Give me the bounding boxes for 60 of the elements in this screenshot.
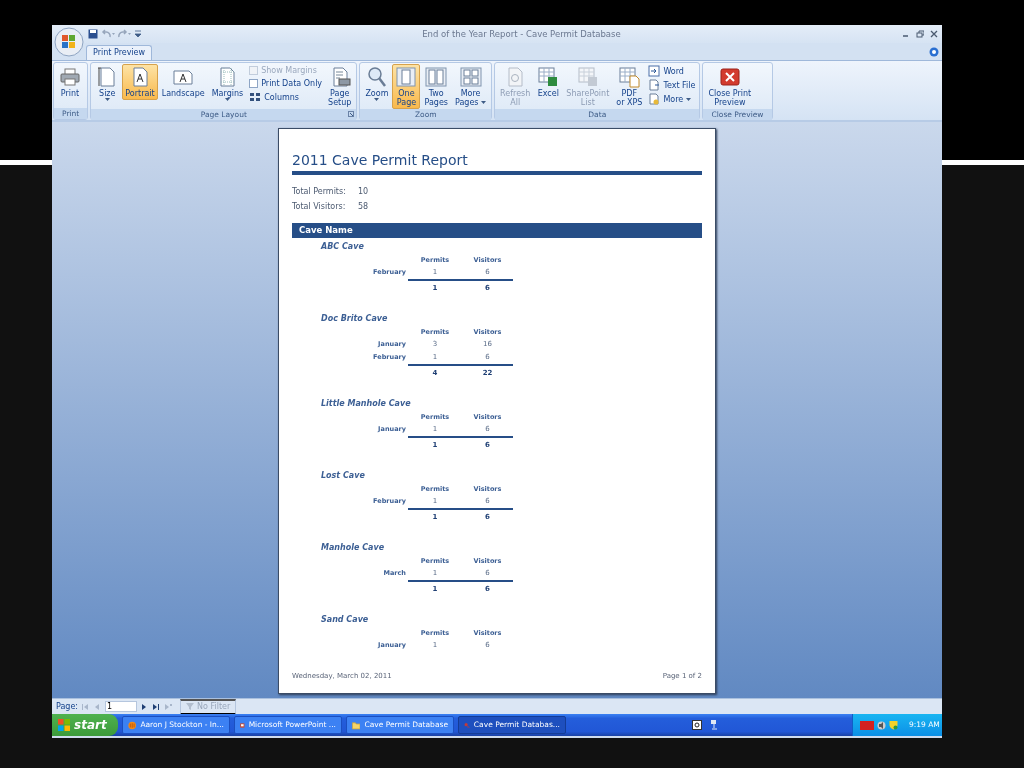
two-pages-icon — [425, 66, 448, 88]
ribbon-button[interactable]: More — [646, 93, 698, 105]
browser-icon — [128, 719, 137, 731]
report-title: 2011 Cave Permit Report — [292, 151, 469, 169]
ribbon-button[interactable]: Landscape — [158, 64, 208, 100]
ribbon-button[interactable]: More Pages — [452, 64, 490, 109]
summary-value: 58 — [358, 201, 369, 213]
four-pages-icon — [459, 66, 482, 88]
ribbon-button[interactable]: Zoom — [362, 64, 392, 103]
cave-name: ABC Cave — [319, 241, 365, 253]
text-file-icon — [648, 79, 661, 91]
ribbon-button[interactable]: Excel — [534, 64, 563, 100]
close-icon — [718, 66, 741, 88]
network-icon[interactable] — [710, 719, 718, 731]
dialog-launcher-icon[interactable] — [348, 111, 355, 117]
ribbon-button[interactable]: Size — [93, 64, 122, 103]
page-label: Page: — [56, 700, 79, 713]
filter-icon — [186, 702, 196, 711]
cave-name: Little Manhole Cave — [320, 398, 412, 410]
spreadsheet-icon — [537, 66, 560, 88]
shield-icon[interactable] — [889, 720, 898, 730]
cave-name: Manhole Cave — [320, 542, 386, 554]
magnifier-icon — [365, 66, 388, 88]
cave-name: Sand Cave — [320, 614, 370, 626]
ribbon-button[interactable]: PDF or XPS — [613, 64, 646, 109]
summary-label: Total Permits: — [292, 186, 347, 198]
windows-logo-icon — [58, 719, 70, 731]
help-icon[interactable] — [692, 720, 702, 730]
section-header: Cave Name — [292, 223, 702, 238]
volume-icon[interactable] — [877, 720, 886, 730]
ribbon-button[interactable]: Text File — [646, 79, 698, 91]
ribbon-button[interactable]: Page Setup — [325, 64, 355, 109]
customize-caret-icon[interactable] — [135, 30, 141, 38]
ribbon-button[interactable]: Word — [646, 65, 698, 77]
close-icon[interactable] — [930, 30, 938, 38]
summary-value: 10 — [358, 186, 369, 198]
last-record-icon[interactable] — [152, 702, 162, 711]
summary-label: Total Visitors: — [292, 201, 347, 213]
folder-icon — [352, 719, 361, 731]
list-icon — [576, 66, 599, 88]
columns-icon — [249, 91, 262, 103]
printer-icon — [59, 66, 81, 88]
ribbon-tab[interactable]: Print Preview — [86, 45, 153, 60]
cave-name: Lost Cave — [320, 470, 366, 482]
checkbox[interactable] — [249, 79, 259, 88]
ribbon-button[interactable]: Close Print Preview — [705, 64, 755, 109]
window-title: End of the Year Report - Cave Permit Database — [421, 27, 622, 41]
checkbox-option[interactable]: Print Data Only — [247, 78, 325, 89]
one-page-icon — [395, 66, 418, 88]
ribbon-button[interactable]: Print — [56, 64, 84, 100]
ribbon-button[interactable]: Columns — [247, 91, 325, 103]
save-icon[interactable] — [88, 29, 98, 39]
ribbon-button[interactable]: One Page — [392, 64, 421, 109]
restore-icon[interactable] — [916, 30, 924, 38]
ribbon-button[interactable]: Margins — [208, 64, 247, 103]
cave-name: Doc Brito Cave — [320, 313, 389, 325]
document-icon — [618, 66, 641, 88]
ribbon-button[interactable]: Portrait — [122, 64, 158, 100]
page-field[interactable]: 1 — [105, 701, 138, 712]
ribbon-button[interactable]: Two Pages — [421, 64, 451, 109]
